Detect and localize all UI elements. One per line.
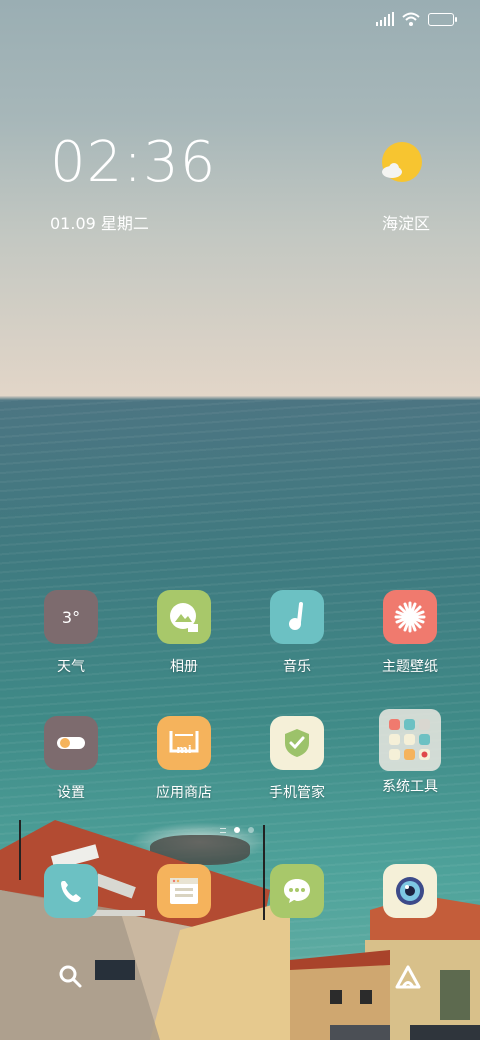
camera-icon — [383, 864, 437, 918]
app-music[interactable]: 音乐 — [247, 590, 347, 676]
wifi-icon — [402, 12, 420, 26]
partly-sunny-icon[interactable] — [380, 140, 424, 184]
clock-time[interactable]: 02:36 — [50, 130, 216, 195]
wallpaper-sky — [0, 0, 480, 400]
dock-browser[interactable] — [134, 864, 234, 918]
app-store-mark: mi — [176, 743, 192, 756]
dock-camera[interactable] — [360, 864, 460, 918]
music-icon — [270, 590, 324, 644]
app-themes[interactable]: 主题壁纸 — [360, 590, 460, 676]
app-weather[interactable]: 3° 天气 — [21, 590, 121, 676]
folder-icon — [379, 709, 441, 771]
messages-icon — [270, 864, 324, 918]
app-store-icon: mi — [157, 716, 211, 770]
status-bar — [376, 12, 457, 26]
app-store[interactable]: mi 应用商店 — [134, 716, 234, 802]
bottom-bar — [50, 950, 430, 1002]
app-gallery[interactable]: 相册 — [134, 590, 234, 676]
app-label: 相册 — [170, 659, 198, 675]
dock-messages[interactable] — [247, 864, 347, 918]
app-security[interactable]: 手机管家 — [247, 716, 347, 802]
page-dot[interactable] — [248, 827, 254, 833]
themes-icon — [383, 590, 437, 644]
app-label: 手机管家 — [269, 785, 325, 801]
gallery-icon — [157, 590, 211, 644]
signal-icon — [376, 12, 394, 26]
weather-location[interactable]: 海淀区 — [382, 210, 430, 234]
dock-phone[interactable] — [21, 864, 121, 918]
security-icon — [270, 716, 324, 770]
page-indicator[interactable] — [220, 827, 254, 833]
weather-icon: 3° — [44, 590, 98, 644]
app-label: 天气 — [57, 659, 85, 675]
app-label: 主题壁纸 — [382, 659, 438, 675]
phone-icon — [44, 864, 98, 918]
app-system-tools-folder[interactable]: 系统工具 — [360, 709, 460, 796]
weather-temp: 3° — [61, 607, 81, 627]
battery-icon — [428, 12, 457, 26]
app-settings[interactable]: 设置 — [21, 716, 121, 802]
app-label: 音乐 — [283, 659, 311, 675]
wallpaper-terrace — [0, 820, 480, 1040]
home-page-indicator-icon[interactable] — [220, 827, 226, 833]
app-vault-icon[interactable] — [394, 964, 422, 990]
page-dot-active[interactable] — [234, 827, 240, 833]
app-label: 系统工具 — [382, 779, 438, 795]
app-label: 设置 — [57, 785, 85, 801]
search-icon[interactable] — [58, 964, 84, 990]
settings-icon — [44, 716, 98, 770]
app-label: 应用商店 — [156, 785, 212, 801]
clock-date[interactable]: 01.09 星期二 — [50, 210, 149, 234]
browser-icon — [157, 864, 211, 918]
